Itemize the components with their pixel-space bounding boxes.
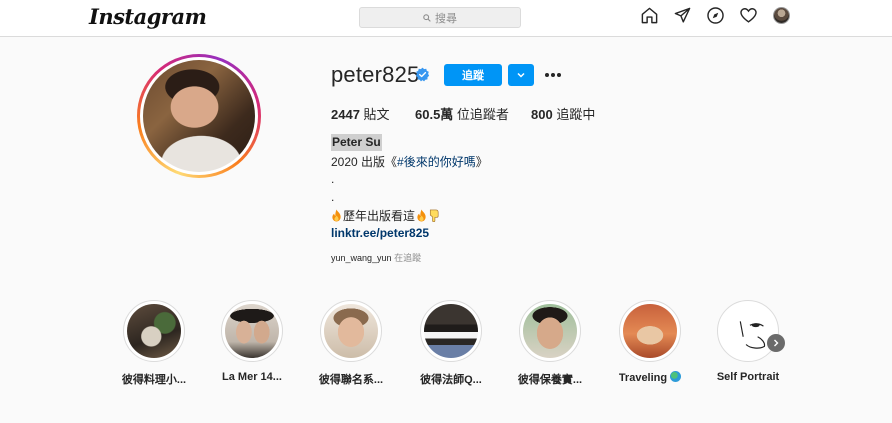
story-highlight[interactable]: 彼得法師Q... bbox=[411, 300, 491, 387]
chevron-right-icon bbox=[774, 339, 779, 347]
followed-by-text[interactable]: yun_wang_yun 在追蹤 bbox=[331, 251, 421, 264]
story-highlight[interactable]: 彼得聯名系... bbox=[311, 300, 391, 387]
highlight-cover bbox=[127, 304, 181, 358]
fire-emoji-icon bbox=[417, 209, 426, 222]
highlight-label: Traveling bbox=[610, 371, 690, 384]
hashtag-link[interactable]: #後來的你好嗎 bbox=[397, 155, 476, 169]
highlight-cover bbox=[324, 304, 378, 358]
story-highlight[interactable]: 彼得料理小... bbox=[114, 300, 194, 387]
heart-activity-icon[interactable] bbox=[739, 6, 758, 25]
highlight-cover bbox=[623, 304, 677, 358]
bio-line-4: 歷年出版看這 bbox=[331, 207, 440, 224]
story-highlight[interactable]: La Mer 14... bbox=[212, 300, 292, 383]
follow-button[interactable]: 追蹤 bbox=[444, 64, 502, 86]
highlight-cover bbox=[424, 304, 478, 358]
bio-line-3: . bbox=[331, 190, 335, 204]
highlight-cover bbox=[523, 304, 577, 358]
fire-emoji-icon bbox=[332, 209, 341, 222]
search-placeholder: 搜尋 bbox=[435, 12, 457, 25]
highlights-next-button[interactable] bbox=[767, 334, 785, 352]
instagram-logo[interactable]: Instagram bbox=[89, 4, 207, 29]
explore-compass-icon[interactable] bbox=[706, 6, 725, 25]
search-input[interactable]: 搜尋 bbox=[359, 7, 521, 28]
highlight-label: 彼得料理小... bbox=[121, 374, 187, 386]
top-navigation-bar: Instagram 搜尋 bbox=[0, 0, 892, 37]
avatar bbox=[773, 7, 790, 24]
highlight-label: 彼得法師Q... bbox=[420, 374, 482, 386]
profile-avatar bbox=[143, 60, 255, 172]
highlight-label: 彼得保養實... bbox=[517, 374, 583, 386]
nav-icons bbox=[640, 6, 791, 25]
home-icon[interactable] bbox=[640, 6, 659, 25]
posts-count: 2447 貼文 bbox=[331, 107, 390, 122]
more-options-icon[interactable] bbox=[543, 67, 563, 83]
search-icon bbox=[423, 13, 431, 22]
story-highlight[interactable]: 彼得保養實... bbox=[510, 300, 590, 387]
direct-message-icon[interactable] bbox=[673, 6, 692, 25]
bio-line-2: . bbox=[331, 172, 335, 186]
profile-full-name: Peter Su bbox=[331, 134, 382, 151]
highlight-label: Self Portrait bbox=[716, 371, 780, 383]
bio-line-1: 2020 出版《#後來的你好嗎》 bbox=[331, 155, 488, 169]
story-highlight[interactable]: Traveling bbox=[610, 300, 690, 384]
profile-username: peter825 bbox=[331, 62, 420, 87]
highlight-label: 彼得聯名系... bbox=[318, 374, 384, 386]
highlight-cover bbox=[225, 304, 279, 358]
following-count[interactable]: 800 追蹤中 bbox=[531, 104, 595, 123]
pointing-down-hand-icon bbox=[429, 209, 439, 222]
bio-external-link[interactable]: linktr.ee/peter825 bbox=[331, 226, 429, 240]
verified-badge-icon bbox=[415, 67, 430, 82]
suggested-accounts-dropdown-button[interactable] bbox=[508, 64, 534, 86]
profile-avatar-nav[interactable] bbox=[772, 6, 791, 25]
globe-icon bbox=[670, 371, 682, 382]
highlight-label: La Mer 14... bbox=[222, 371, 282, 383]
profile-avatar-story-ring[interactable] bbox=[137, 54, 261, 178]
highlight-cover bbox=[721, 304, 775, 358]
chevron-down-icon bbox=[517, 72, 525, 78]
followers-count[interactable]: 60.5萬 位追蹤者 bbox=[415, 104, 509, 123]
